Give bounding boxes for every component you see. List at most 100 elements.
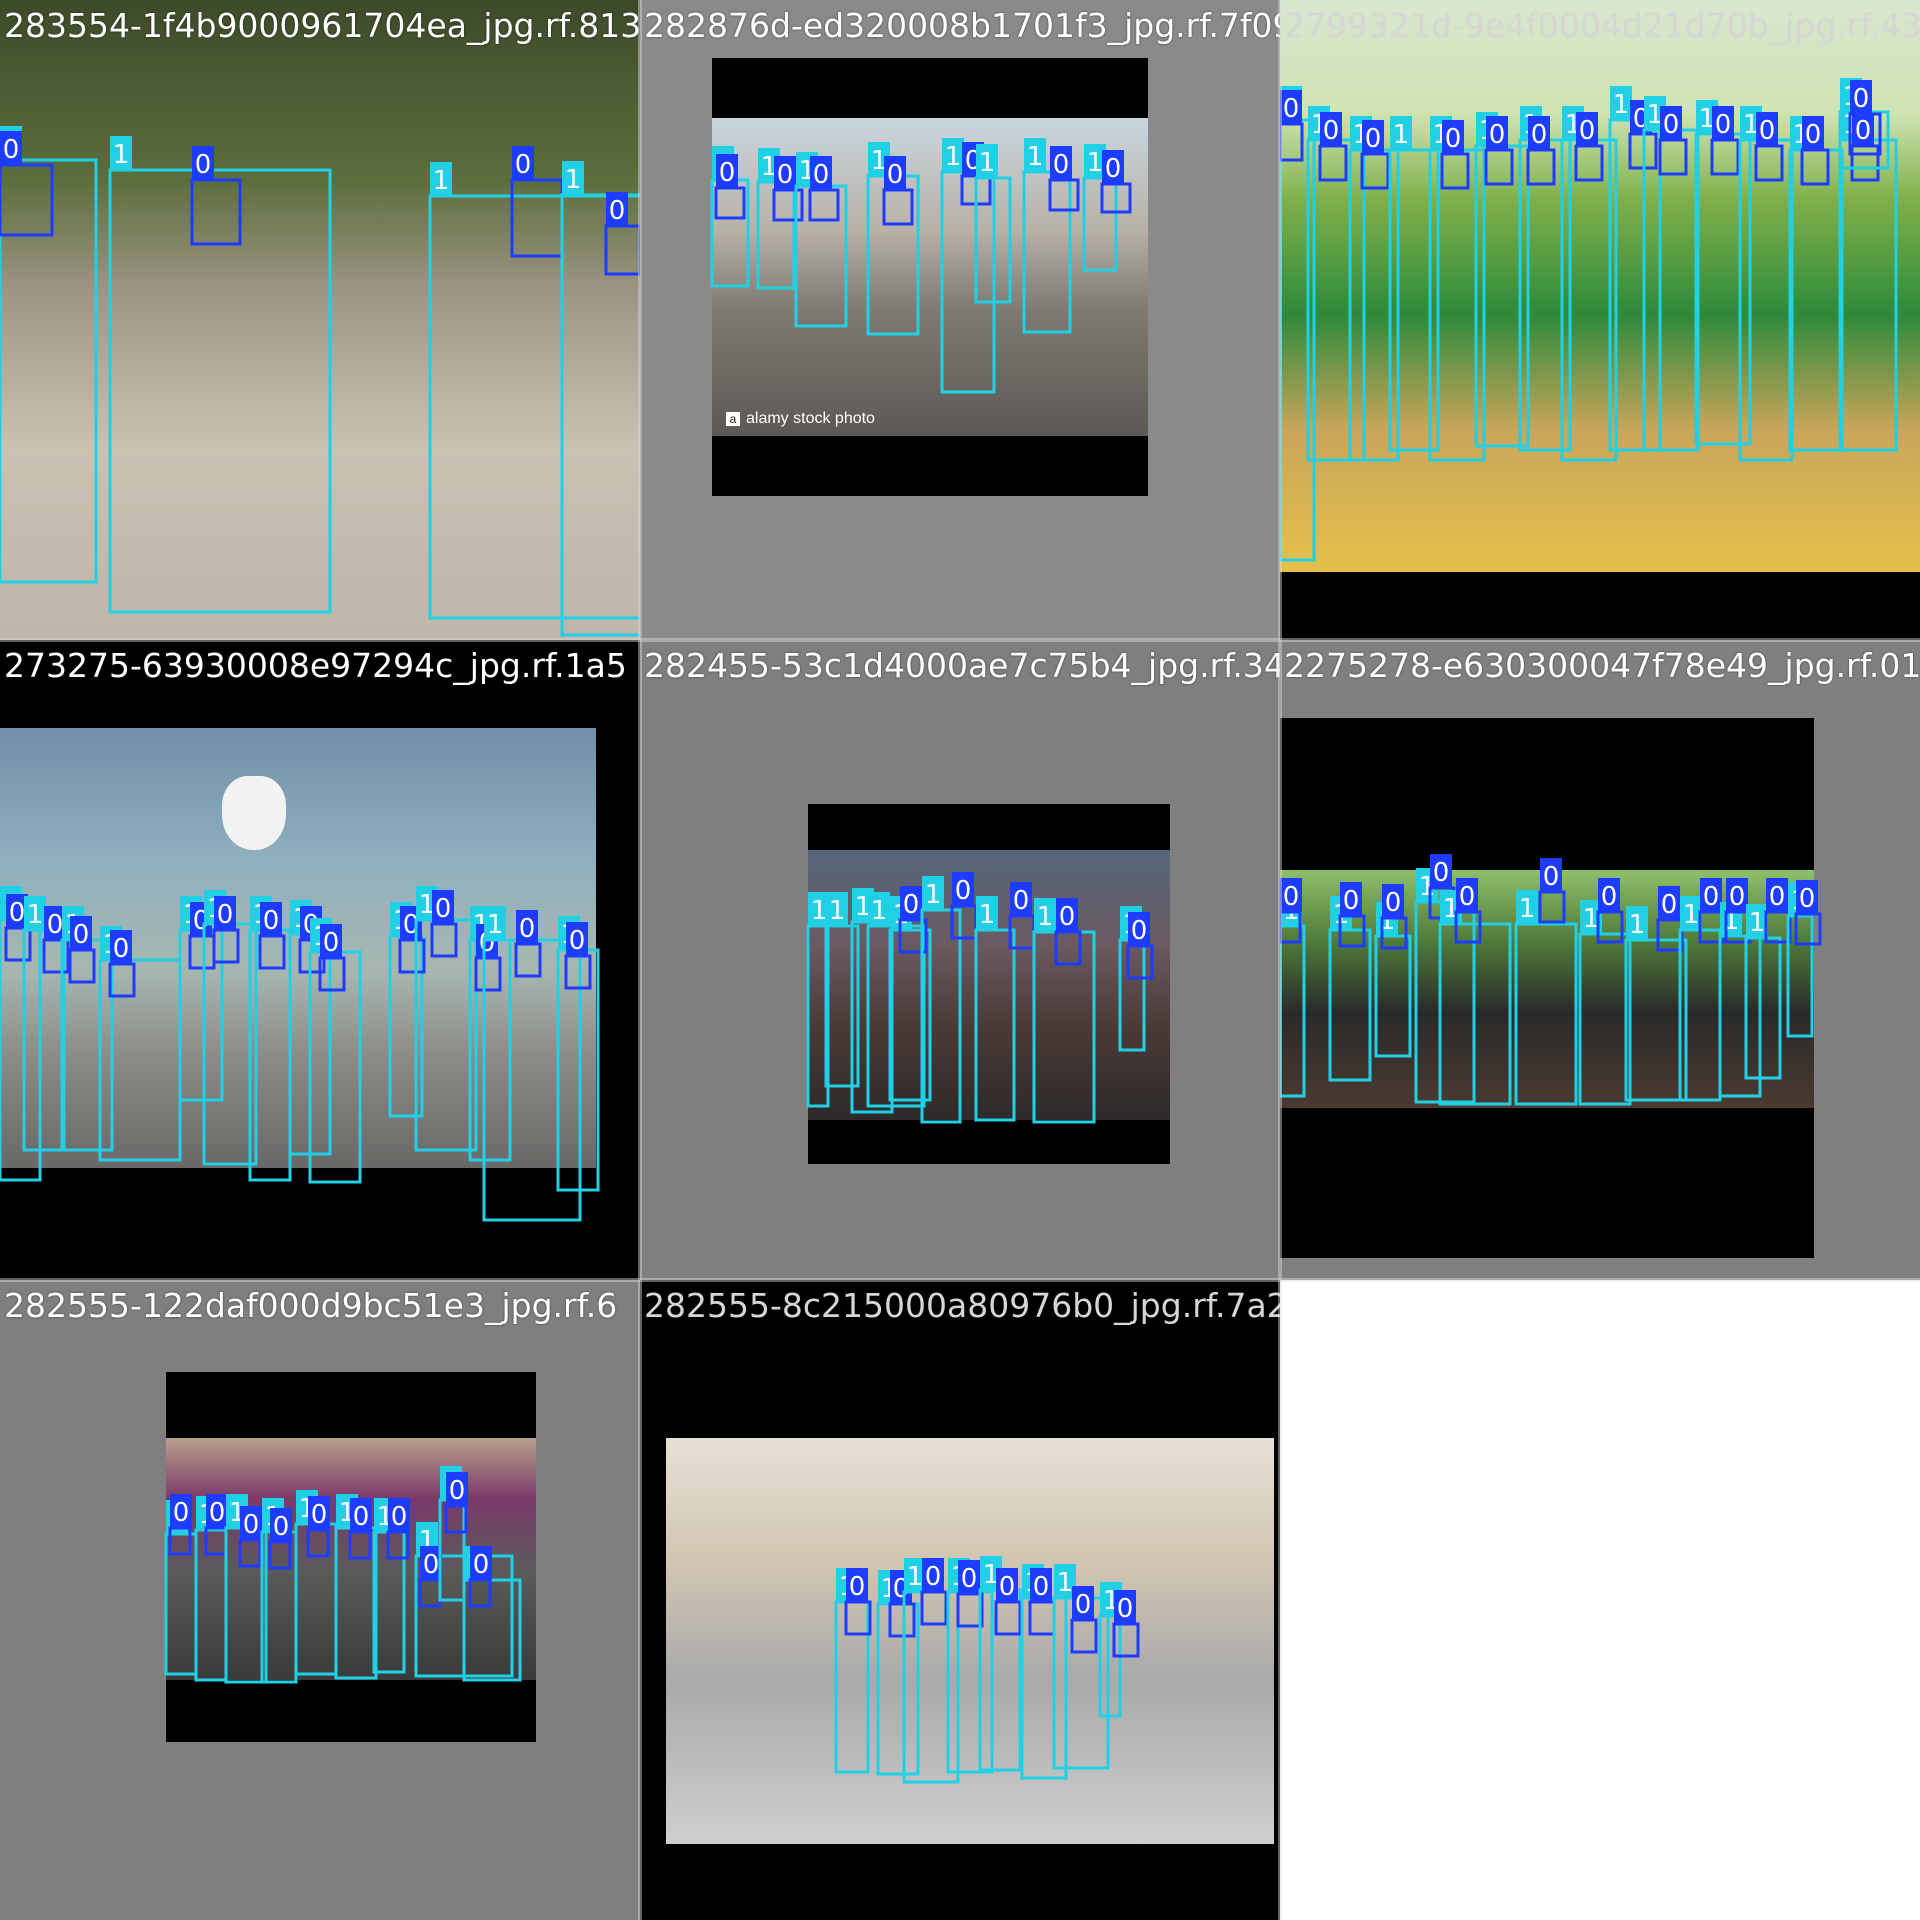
class-label: 0 (353, 1502, 370, 1532)
class-label: 0 (1661, 890, 1678, 920)
detection-box-class-1: 1 (1788, 116, 1844, 452)
class-label: 0 (449, 1476, 466, 1506)
detection-box-class-0: 0 (212, 896, 240, 964)
detection-box-class-1: 1 (1694, 100, 1752, 446)
class-label: 1 (433, 166, 450, 196)
class-label: 0 (73, 920, 90, 950)
detection-box-class-0: 0 (714, 154, 746, 220)
class-label: 1 (871, 896, 888, 926)
class-label: 1 (811, 896, 828, 926)
class-label: 0 (1531, 120, 1548, 150)
detection-overlay: 101010101011010 (640, 0, 1280, 640)
class-label: 0 (1075, 1590, 1092, 1620)
class-label: 0 (1323, 116, 1340, 146)
tile-title: 282455-53c1d4000ae7c75b4_jpg.rf.34 (644, 646, 1280, 685)
class-label: 0 (1805, 120, 1822, 150)
tile-title: 273275-63930008e97294c_jpg.rf.1a5 (4, 646, 627, 685)
detection-box-class-1: 1 (0, 126, 98, 584)
class-label: 0 (1059, 902, 1076, 932)
detection-box-class-0: 0 (108, 930, 136, 998)
class-label: 1 (925, 880, 942, 910)
detection-box-class-0: 0 (238, 1506, 262, 1568)
detection-box-class-0: 0 (564, 922, 592, 990)
class-label: 0 (1131, 916, 1148, 946)
detection-box-class-0: 0 (190, 146, 242, 246)
detection-box-class-0: 0 (444, 1472, 468, 1534)
class-label: 0 (519, 914, 536, 944)
class-label: 0 (999, 1572, 1016, 1602)
mosaic-grid: 283554-1f4b9000961704ea_jpg.rf.8132875d4… (0, 0, 1920, 1920)
class-label: 1 (979, 900, 996, 930)
detection-box-class-1: 1 (414, 886, 478, 1152)
detection-box-class-0: 0 (920, 1558, 948, 1626)
class-label: 0 (1853, 84, 1870, 114)
detection-overlay: 101010101010101010101010 (1280, 640, 1920, 1280)
detection-overlay: 1010101010101010101010101010 (0, 640, 640, 1280)
class-label: 1 (27, 900, 44, 930)
grid-divider (638, 0, 642, 1920)
class-label: 1 (1087, 148, 1104, 178)
class-label: 0 (1729, 882, 1746, 912)
detection-box-class-0: 0 (318, 924, 346, 992)
class-label: 0 (435, 894, 452, 924)
class-label: 0 (1579, 116, 1596, 146)
detection-box-class-0: 0 (882, 156, 914, 226)
detection-box-class-1: 1 (920, 876, 962, 1124)
detection-box-class-0: 0 (604, 192, 640, 276)
class-label: 0 (719, 158, 736, 188)
detection-box-class-0: 0 (1440, 120, 1470, 190)
tile-title: 282876d-ed320008b1701f3_jpg.rf.7f09 (644, 6, 1280, 45)
class-label: 0 (515, 150, 532, 180)
detection-box-class-0: 0 (1754, 112, 1784, 182)
detection-box-class-0: 0 (1280, 90, 1304, 162)
detection-box-class-0: 0 (514, 910, 542, 978)
detection-box-class-0: 0 (1380, 884, 1408, 950)
detection-box-class-0: 0 (510, 146, 564, 258)
class-label: 0 (173, 1498, 190, 1528)
class-label: 1 (979, 148, 996, 178)
class-label: 1 (1027, 142, 1044, 172)
detection-box-class-0: 0 (1800, 116, 1830, 186)
class-label: 0 (849, 1572, 866, 1602)
class-label: 0 (1663, 110, 1680, 140)
detection-box-class-0: 0 (1280, 878, 1302, 944)
detection-box-class-0: 0 (1338, 882, 1366, 948)
detection-box-class-0: 0 (430, 890, 458, 958)
class-label: 0 (1433, 858, 1450, 888)
detection-box-class-0: 0 (386, 1498, 410, 1560)
class-label: 0 (609, 196, 626, 226)
class-label: 1 (829, 896, 846, 926)
detection-box-class-0: 0 (1658, 106, 1688, 176)
class-label: 0 (1799, 884, 1816, 914)
class-label: 0 (1855, 116, 1872, 146)
detection-box-class-0: 0 (1048, 146, 1080, 212)
class-label: 0 (3, 135, 20, 165)
class-label: 0 (777, 160, 794, 190)
detection-overlay: 1010101010101010 (640, 1280, 1280, 1920)
class-label: 0 (1703, 882, 1720, 912)
class-label: 0 (273, 1512, 290, 1542)
class-label: 1 (487, 910, 504, 940)
class-label: 1 (907, 1562, 924, 1592)
class-label: 0 (1489, 120, 1506, 150)
detection-box-class-1: 1 (428, 162, 640, 620)
class-label: 0 (925, 1562, 942, 1592)
grid-divider (0, 638, 1920, 642)
detection-box-class-0: 0 (950, 872, 978, 940)
detection-overlay: 10101010 (0, 0, 640, 640)
class-label: 0 (9, 898, 26, 928)
detection-box-class-0: 0 (994, 1568, 1022, 1636)
class-label: 1 (1519, 894, 1536, 924)
detection-overlay: 11111010101010 (640, 640, 1280, 1280)
class-label: 0 (243, 1510, 260, 1540)
mosaic-tile-1: 283554-1f4b9000961704ea_jpg.rf.8132875d4… (0, 0, 640, 640)
class-label: 0 (113, 934, 130, 964)
detection-box-class-0: 0 (68, 916, 96, 984)
class-label: 0 (1013, 886, 1030, 916)
class-label: 0 (1053, 150, 1070, 180)
class-label: 0 (1385, 888, 1402, 918)
detection-overlay: 10101010101010101010 (0, 1280, 640, 1920)
detection-box-class-0: 0 (1112, 1590, 1140, 1658)
class-label: 0 (955, 876, 972, 906)
tile-title: 282555-8c215000a80976b0_jpg.rf.7a26e3977 (644, 1286, 1280, 1325)
